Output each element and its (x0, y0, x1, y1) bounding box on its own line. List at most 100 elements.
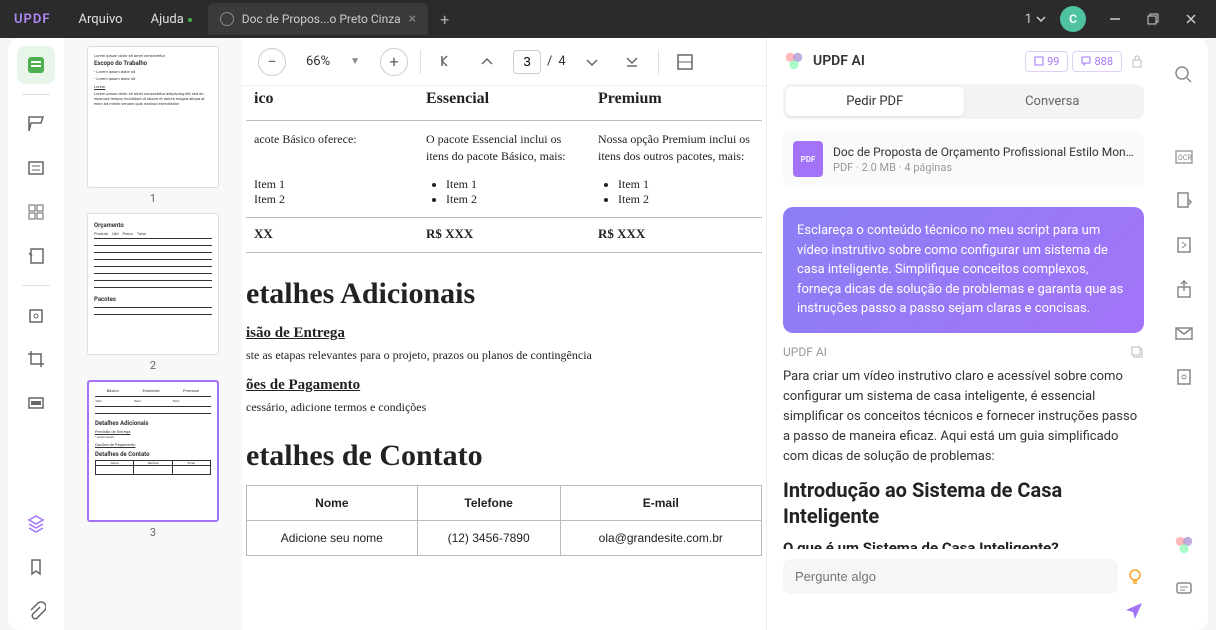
user-message: Esclareça o conteúdo técnico no meu scri… (783, 207, 1144, 333)
form-tool[interactable] (17, 237, 55, 275)
page-tool[interactable] (17, 193, 55, 231)
app-logo: UPDF (0, 12, 65, 27)
comment-tool[interactable] (17, 105, 55, 143)
document-content[interactable]: ico Essencial Premium acote Básico ofere… (242, 86, 766, 630)
document-tab[interactable]: Doc de Propos...o Preto Cinza × (208, 3, 428, 35)
ai-response: Para criar um vídeo instrutivo claro e a… (767, 363, 1160, 550)
ai-badges: 99 888 (1025, 51, 1122, 72)
window-controls: 1 C (1025, 5, 1216, 33)
separator (420, 50, 421, 74)
zoom-in-button[interactable]: + (380, 48, 408, 76)
bookmark-tool[interactable] (17, 548, 55, 586)
protect-tool[interactable] (17, 296, 55, 334)
svg-text:OCR: OCR (1178, 154, 1192, 162)
menu-file[interactable]: Arquivo (65, 12, 137, 27)
thumb-wrap: Lorem ipsum dolor sit amet consectetur E… (72, 46, 234, 205)
minimize-button[interactable] (1098, 5, 1132, 33)
ai-logo-icon (783, 50, 805, 72)
layers-tool[interactable] (17, 504, 55, 542)
thumbnail-panel: Lorem ipsum dolor sit amet consectetur E… (64, 38, 242, 630)
list-item: Item 1 (446, 177, 582, 192)
edit-tool[interactable] (17, 149, 55, 187)
pkg-header-premium: Premium (590, 90, 762, 108)
titlebar: UPDF Arquivo Ajuda Doc de Propos...o Pre… (0, 0, 1216, 38)
credits-badge-1[interactable]: 99 (1025, 51, 1068, 72)
first-page-button[interactable] (433, 48, 461, 76)
feedback-tool[interactable] (1171, 576, 1197, 602)
tab-ask-pdf[interactable]: Pedir PDF (786, 87, 964, 116)
next-page-button[interactable] (578, 48, 606, 76)
last-page-button[interactable] (618, 48, 646, 76)
page-thumbnail-2[interactable]: Orçamento ProdutoQtdPreçoTotal Pacotes (87, 213, 219, 355)
ocr-tool[interactable]: OCR (1171, 144, 1197, 170)
thumb-wrap: Orçamento ProdutoQtdPreçoTotal Pacotes 2 (72, 213, 234, 372)
hint-icon[interactable] (1126, 568, 1144, 586)
thumb-number: 3 (150, 526, 156, 539)
contact-header-phone: Telefone (417, 485, 560, 520)
maximize-button[interactable] (1136, 5, 1170, 33)
page-indicator: / 4 (513, 50, 566, 74)
compress-tool[interactable] (1171, 232, 1197, 258)
tab-chat[interactable]: Conversa (964, 87, 1142, 116)
list-item: Item 2 (446, 192, 582, 207)
main-area: Lorem ipsum dolor sit amet consectetur E… (8, 38, 1208, 630)
crop-tool[interactable] (17, 340, 55, 378)
tab-area: Doc de Propos...o Preto Cinza × + (208, 3, 449, 35)
contact-table: Nome Telefone E-mail Adicione seu nome (… (246, 485, 762, 556)
list-item: Item 2 (618, 192, 754, 207)
send-button[interactable] (1124, 600, 1144, 620)
subtext-payment: cessário, adicione termos e condições (246, 400, 762, 415)
view-mode-button[interactable] (671, 48, 699, 76)
pkg-header-basic: ico (246, 90, 418, 108)
menu-help[interactable]: Ajuda (137, 12, 198, 27)
search-tool[interactable] (1171, 62, 1197, 88)
ai-title: UPDF AI (813, 53, 1017, 69)
zoom-dropdown-icon[interactable]: ▼ (350, 56, 360, 67)
zoom-value[interactable]: 66% (298, 54, 338, 69)
chat-icon (1081, 56, 1091, 66)
page-thumbnail-1[interactable]: Lorem ipsum dolor sit amet consectetur E… (87, 46, 219, 188)
reader-tool[interactable] (17, 46, 55, 84)
pkg-desc-basic: acote Básico oferece: (246, 131, 418, 165)
credits-badge-2[interactable]: 888 (1072, 51, 1122, 72)
ai-header: UPDF AI 99 888 (767, 38, 1160, 84)
close-window-button[interactable] (1174, 5, 1208, 33)
update-dot-icon (188, 18, 192, 22)
thumb-number: 1 (150, 192, 156, 205)
redact-tool[interactable] (17, 384, 55, 422)
copy-icon[interactable] (1130, 345, 1144, 359)
ai-doc-card[interactable]: PDF Doc de Proposta de Orçamento Profiss… (783, 131, 1144, 187)
contact-header-email: E-mail (560, 485, 761, 520)
menu-help-label: Ajuda (151, 12, 184, 27)
total-pages: 4 (558, 54, 565, 69)
list-item: Item 2 (254, 192, 410, 207)
contact-header-name: Nome (247, 485, 418, 520)
close-tab-icon[interactable]: × (409, 11, 416, 27)
zoom-out-button[interactable]: − (258, 48, 286, 76)
window-count[interactable]: 1 (1025, 12, 1046, 27)
pkg-desc-essential: O pacote Essencial inclui os itens do pa… (418, 131, 590, 165)
ai-prompt-input[interactable] (783, 559, 1118, 594)
left-toolbar (8, 38, 64, 630)
ai-heading: Introdução ao Sistema de Casa Inteligent… (783, 477, 1144, 529)
page-separator: / (547, 54, 552, 69)
separator (658, 50, 659, 74)
new-tab-button[interactable]: + (440, 10, 449, 29)
email-tool[interactable] (1171, 320, 1197, 346)
ai-toggle-icon[interactable] (1171, 532, 1197, 558)
current-page-input[interactable] (513, 50, 541, 74)
print-tool[interactable] (1171, 364, 1197, 390)
right-toolbar: OCR (1160, 38, 1208, 630)
share-tool[interactable] (1171, 276, 1197, 302)
attachment-tool[interactable] (17, 592, 55, 630)
subtext-delivery: ste as etapas relevantes para o projeto,… (246, 348, 762, 363)
ai-subheading: O que é um Sistema de Casa Inteligente? (783, 537, 1144, 549)
prev-page-button[interactable] (473, 48, 501, 76)
ai-response-header: UPDF AI (767, 341, 1160, 363)
user-avatar[interactable]: C (1060, 6, 1086, 32)
page-thumbnail-3[interactable]: BásicoEssencialPremium •Item•Item•Item D… (87, 380, 219, 522)
lock-icon[interactable] (1130, 54, 1144, 68)
pdf-icon: PDF (793, 141, 823, 177)
convert-tool[interactable] (1171, 188, 1197, 214)
ai-response-label: UPDF AI (783, 345, 827, 359)
